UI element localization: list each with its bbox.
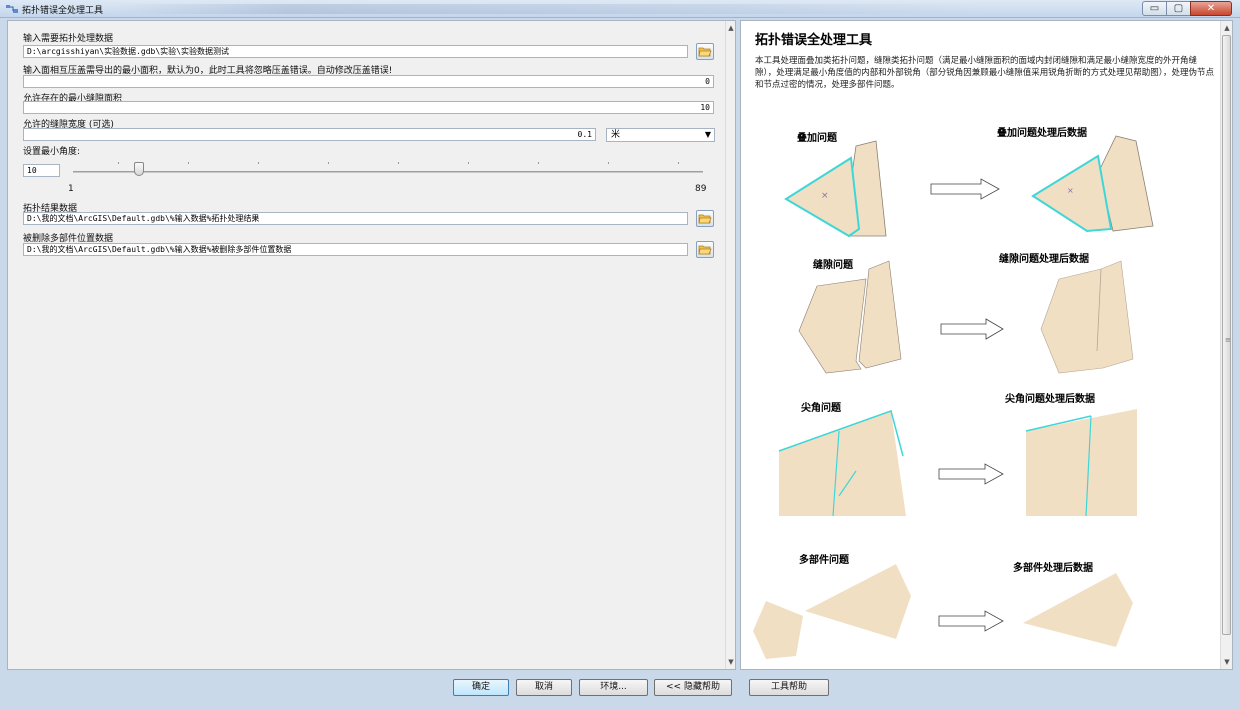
slider-tick: [258, 162, 259, 164]
folder-open-icon: [698, 245, 712, 255]
input-data-label: 输入需要拓扑处理数据: [23, 34, 114, 44]
tool-help-button[interactable]: 工具帮助: [749, 679, 829, 696]
slider-tick: [188, 162, 189, 164]
min-angle-slider-thumb[interactable]: [134, 162, 144, 176]
min-angle-label: 设置最小角度:: [23, 147, 81, 157]
close-button[interactable]: ✕: [1190, 1, 1232, 16]
right-arrow-icon: [938, 463, 1004, 485]
angle-before-shape: [778, 410, 906, 517]
svg-text:×: ×: [1067, 186, 1074, 195]
parameters-scrollbar[interactable]: ▲ ▼: [725, 21, 735, 669]
scroll-up-icon[interactable]: ▲: [1222, 23, 1232, 33]
gap-width-unit-select[interactable]: 米 ▼: [606, 128, 715, 142]
overlap-before-shape: ×: [784, 140, 887, 238]
output-data-browse-button[interactable]: [696, 210, 714, 227]
multipart-after-shape: [1023, 573, 1133, 647]
ok-button[interactable]: 确定: [453, 679, 509, 696]
gap-before-shape: [798, 260, 902, 374]
removed-parts-field[interactable]: D:\我的文档\ArcGIS\Default.gdb\%输入数据%被删除多部件位…: [23, 243, 688, 256]
scroll-up-icon[interactable]: ▲: [726, 23, 736, 33]
slider-tick: [678, 162, 679, 164]
slider-tick: [468, 162, 469, 164]
min-angle-field[interactable]: 10: [23, 164, 60, 177]
help-pane: 拓扑错误全处理工具 本工具处理面叠加类拓扑问题，缝隙类拓扑问题（满足最小缝隙面积…: [740, 20, 1233, 670]
min-area-field[interactable]: 0: [23, 75, 714, 88]
right-arrow-icon: [938, 610, 1004, 632]
multipart-before-shape: [753, 564, 911, 659]
slider-tick: [328, 162, 329, 164]
gap-width-unit-value: 米: [611, 130, 621, 140]
folder-open-icon: [698, 47, 712, 57]
figure-multipart-before-caption: 多部件问题: [799, 553, 850, 566]
figure-gap-after-caption: 缝隙问题处理后数据: [999, 252, 1089, 265]
input-data-browse-button[interactable]: [696, 43, 714, 60]
title-bar: 拓扑错误全处理工具 ▭ ▢ ✕: [0, 0, 1240, 18]
gap-width-field[interactable]: 0.1: [23, 128, 596, 141]
hide-help-button[interactable]: << 隐藏帮助: [654, 679, 732, 696]
scroll-down-icon[interactable]: ▼: [726, 657, 736, 667]
angle-after-shape: [1025, 409, 1137, 517]
input-data-field[interactable]: D:\arcgisshiyan\实验数据.gdb\实验\实验数据测试: [23, 45, 688, 58]
removed-parts-browse-button[interactable]: [696, 241, 714, 258]
right-arrow-icon: [930, 178, 1000, 200]
slider-min-label: 1: [68, 184, 74, 194]
chevron-down-icon: ▼: [704, 130, 711, 139]
window-title: 拓扑错误全处理工具: [22, 6, 104, 16]
svg-text:×: ×: [821, 191, 829, 201]
slider-tick: [608, 162, 609, 164]
scroll-grip-icon: ≡: [1225, 336, 1231, 344]
help-scroll-thumb[interactable]: ≡: [1222, 35, 1231, 635]
figure-multipart-after-caption: 多部件处理后数据: [1013, 561, 1093, 574]
minimize-button[interactable]: ▭: [1142, 1, 1167, 16]
figure-angle-after-caption: 尖角问题处理后数据: [1005, 392, 1095, 405]
title-bar-decoration: [115, 4, 985, 14]
figure-gap-before-caption: 缝隙问题: [813, 258, 854, 271]
output-data-field[interactable]: D:\我的文档\ArcGIS\Default.gdb\%输入数据%拓扑处理结果: [23, 212, 688, 225]
slider-tick: [398, 162, 399, 164]
environments-button[interactable]: 环境...: [579, 679, 648, 696]
maximize-button[interactable]: ▢: [1166, 1, 1191, 16]
right-arrow-icon: [940, 318, 1004, 340]
overlap-after-shape: ×: [1031, 135, 1154, 233]
button-bar: 确定 取消 环境... << 隐藏帮助 工具帮助: [0, 672, 1240, 710]
figure-overlap-before-caption: 叠加问题: [797, 131, 838, 144]
app-icon: [6, 5, 18, 13]
cancel-button[interactable]: 取消: [516, 679, 572, 696]
slider-tick: [118, 162, 119, 164]
scroll-down-icon[interactable]: ▼: [1222, 657, 1232, 667]
figure-overlap-after-caption: 叠加问题处理后数据: [997, 126, 1087, 139]
slider-tick: [538, 162, 539, 164]
help-scrollbar[interactable]: ▲ ≡ ▼: [1220, 21, 1232, 669]
figure-angle-before-caption: 尖角问题: [801, 401, 842, 414]
help-body: 本工具处理面叠加类拓扑问题，缝隙类拓扑问题（满足最小缝隙面积的面域内封闭缝隙和满…: [755, 56, 1215, 90]
help-figure: 叠加问题 叠加问题处理后数据 × × 缝隙问题 缝隙问题处理后数据 尖角问题 尖…: [753, 126, 1154, 659]
min-angle-slider-track[interactable]: [73, 171, 703, 173]
slider-max-label: 89: [695, 184, 707, 194]
help-title: 拓扑错误全处理工具: [755, 33, 873, 48]
gap-after-shape: [1040, 260, 1134, 374]
parameters-pane: 输入需要拓扑处理数据 D:\arcgisshiyan\实验数据.gdb\实验\实…: [7, 20, 736, 670]
folder-open-icon: [698, 214, 712, 224]
gap-area-field[interactable]: 10: [23, 101, 714, 114]
